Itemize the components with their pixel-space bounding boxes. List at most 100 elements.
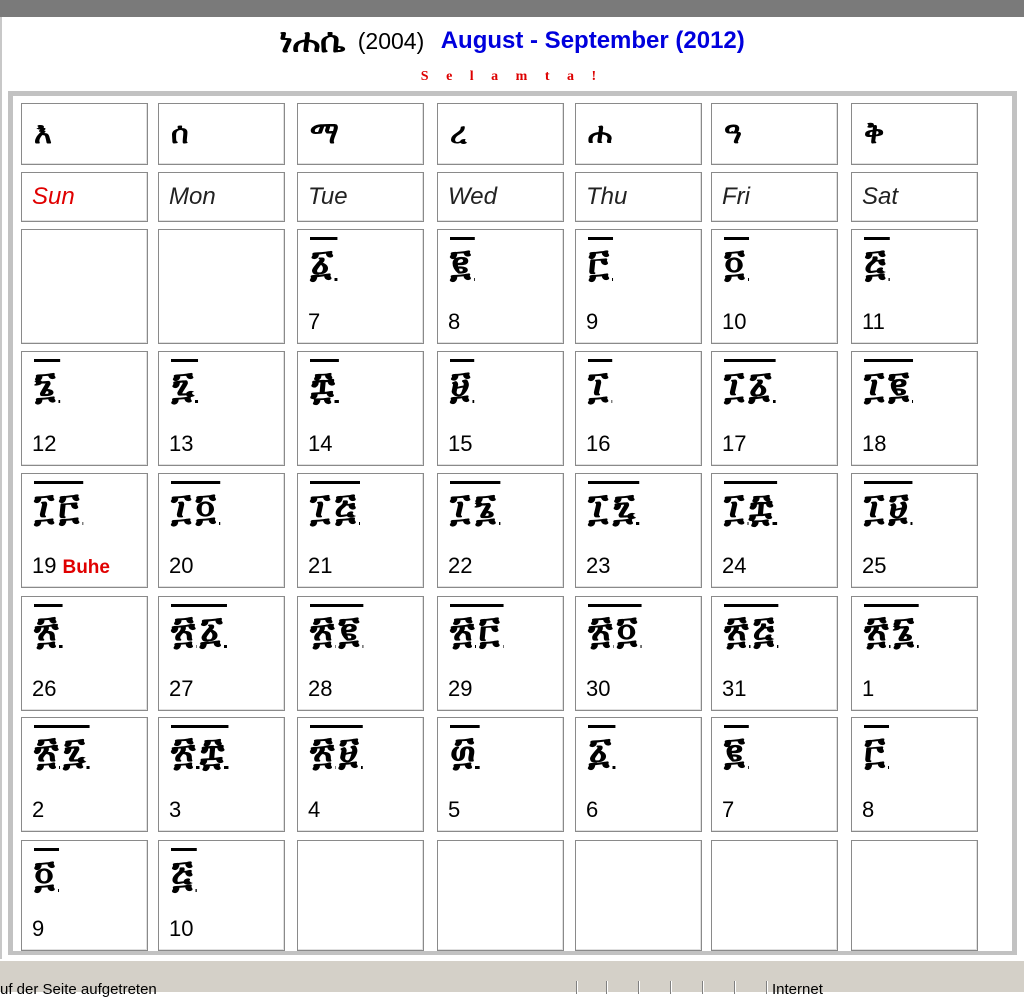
geez-numeral: ፲፭ xyxy=(310,484,360,529)
day-cell[interactable]: ፳፪ 28 xyxy=(297,596,424,711)
gregorian-date: 26 xyxy=(32,676,56,702)
geez-numeral: ፲፱ xyxy=(864,484,913,529)
day-cell[interactable]: ፲፱ 25 xyxy=(851,473,978,588)
status-pane xyxy=(606,981,608,994)
gregorian-date-number: 17 xyxy=(722,431,747,456)
weekday-name: Mon xyxy=(169,183,216,210)
status-bar: uf der Seite aufgetreten Internet xyxy=(0,959,1024,998)
gregorian-date-number: 15 xyxy=(448,431,473,456)
day-cell[interactable]: ፳፫ 29 xyxy=(437,596,564,711)
weekday-ethiopian-label: ሐ xyxy=(588,116,613,151)
day-cell[interactable]: ፳፬ 30 xyxy=(575,596,702,711)
day-cell[interactable]: ፰ 14 xyxy=(297,351,424,466)
geez-numeral: ፴ xyxy=(450,728,480,773)
weekday-ethiopian-label: ቅ xyxy=(864,116,885,151)
gregorian-date-number: 7 xyxy=(722,797,735,822)
gregorian-date-number: 18 xyxy=(862,431,887,456)
day-cell[interactable]: ፳፭ 31 xyxy=(711,596,838,711)
gregorian-date-number: 28 xyxy=(308,676,333,701)
gregorian-date: 10 xyxy=(169,916,193,942)
day-cell[interactable]: ፪8 xyxy=(437,229,564,344)
day-cell[interactable]: ፳ 26 xyxy=(21,596,148,711)
gregorian-date: 15 xyxy=(448,431,472,457)
gregorian-date-number: 12 xyxy=(32,431,57,456)
day-cell[interactable]: ፱ 15 xyxy=(437,351,564,466)
geez-numeral: ፬ xyxy=(34,851,60,896)
empty-cell xyxy=(21,229,148,344)
gregorian-date-number: 29 xyxy=(448,676,473,701)
gregorian-date: 8 xyxy=(448,309,460,335)
gregorian-date-number: 20 xyxy=(169,553,194,578)
day-cell[interactable]: ፩7 xyxy=(297,229,424,344)
gregorian-date: 31 xyxy=(722,676,746,702)
weekday-name: Wed xyxy=(448,183,497,210)
day-cell[interactable]: ፳፩ 27 xyxy=(158,596,285,711)
day-cell[interactable]: ፫8 xyxy=(851,717,978,832)
weekday-ethiopian-label: ዓ xyxy=(724,116,742,151)
day-cell[interactable]: ፳፯ 2 xyxy=(21,717,148,832)
geez-numeral: ፳፪ xyxy=(310,607,364,652)
security-zone: Internet xyxy=(772,981,823,998)
gregorian-date-number: 23 xyxy=(586,553,611,578)
gregorian-date: 8 xyxy=(862,797,874,823)
day-cell[interactable]: ፯ 13 xyxy=(158,351,285,466)
status-pane xyxy=(576,981,578,994)
gregorian-date: 19 Buhe xyxy=(32,553,110,579)
weekday-name: Thu xyxy=(586,183,628,210)
day-cell[interactable]: ፮ 12 xyxy=(21,351,148,466)
day-cell[interactable]: ፲፭ 21 xyxy=(297,473,424,588)
day-cell[interactable]: ፭ 11 xyxy=(851,229,978,344)
gregorian-date: 2 xyxy=(32,797,44,823)
geez-numeral: ፲፯ xyxy=(588,484,640,529)
gregorian-date: 25 xyxy=(862,553,886,579)
empty-cell xyxy=(297,840,424,951)
gregorian-date-number: 11 xyxy=(862,309,885,334)
geez-numeral: ፱ xyxy=(450,362,475,407)
day-cell[interactable]: ፬ 10 xyxy=(711,229,838,344)
weekday-name-cell: Mon xyxy=(158,172,285,222)
day-cell[interactable]: ፳፰ 3 xyxy=(158,717,285,832)
gregorian-date-number: 9 xyxy=(32,916,45,941)
gregorian-date-number: 31 xyxy=(722,676,747,701)
geez-numeral: ፲፩ xyxy=(724,362,776,407)
weekday-ethiopian-cell: ማ xyxy=(297,103,424,165)
gregorian-date-number: 14 xyxy=(308,431,333,456)
day-cell[interactable]: ፲፯ 23 xyxy=(575,473,702,588)
gregorian-date-number: 16 xyxy=(586,431,611,456)
weekday-ethiopian-cell: ቅ xyxy=(851,103,978,165)
gregorian-date-number: 22 xyxy=(448,553,473,578)
weekday-ethiopian-cell: ረ xyxy=(437,103,564,165)
geez-numeral: ፩ xyxy=(588,728,616,773)
day-cell[interactable]: ፲ 16 xyxy=(575,351,702,466)
day-cell[interactable]: ፭ 10 xyxy=(158,840,285,951)
weekday-name: Tue xyxy=(308,183,348,210)
geez-numeral: ፲፪ xyxy=(864,362,914,407)
weekday-ethiopian-cell: ሐ xyxy=(575,103,702,165)
day-cell[interactable]: ፫9 xyxy=(575,229,702,344)
geez-numeral: ፳፮ xyxy=(864,607,919,652)
day-cell[interactable]: ፪7 xyxy=(711,717,838,832)
geez-numeral: ፪ xyxy=(450,240,475,285)
weekday-name-cell: Wed xyxy=(437,172,564,222)
day-cell[interactable]: ፲፫ 19 Buhe xyxy=(21,473,148,588)
day-cell[interactable]: ፲፰ 24 xyxy=(711,473,838,588)
status-pane xyxy=(702,981,704,994)
day-cell[interactable]: ፲፪ 18 xyxy=(851,351,978,466)
geez-numeral: ፫ xyxy=(864,728,890,773)
day-cell[interactable]: ፳፮ 1 xyxy=(851,596,978,711)
title-line: ነሐሴ (2004) August - September (2012) xyxy=(0,21,1024,61)
day-cell[interactable]: ፲፩ 17 xyxy=(711,351,838,466)
gregorian-date-number: 8 xyxy=(862,797,875,822)
day-cell[interactable]: ፬9 xyxy=(21,840,148,951)
day-cell[interactable]: ፲፮ 22 xyxy=(437,473,564,588)
day-cell[interactable]: ፩6 xyxy=(575,717,702,832)
gregorian-date-number: 6 xyxy=(586,797,599,822)
gregorian-date: 4 xyxy=(308,797,320,823)
geez-numeral: ፪ xyxy=(724,728,749,773)
geez-numeral: ፲፮ xyxy=(450,484,501,529)
gregorian-date-number: 26 xyxy=(32,676,57,701)
day-cell[interactable]: ፴5 xyxy=(437,717,564,832)
day-cell[interactable]: ፲፬ 20 xyxy=(158,473,285,588)
weekday-name-cell: Tue xyxy=(297,172,424,222)
day-cell[interactable]: ፳፱ 4 xyxy=(297,717,424,832)
